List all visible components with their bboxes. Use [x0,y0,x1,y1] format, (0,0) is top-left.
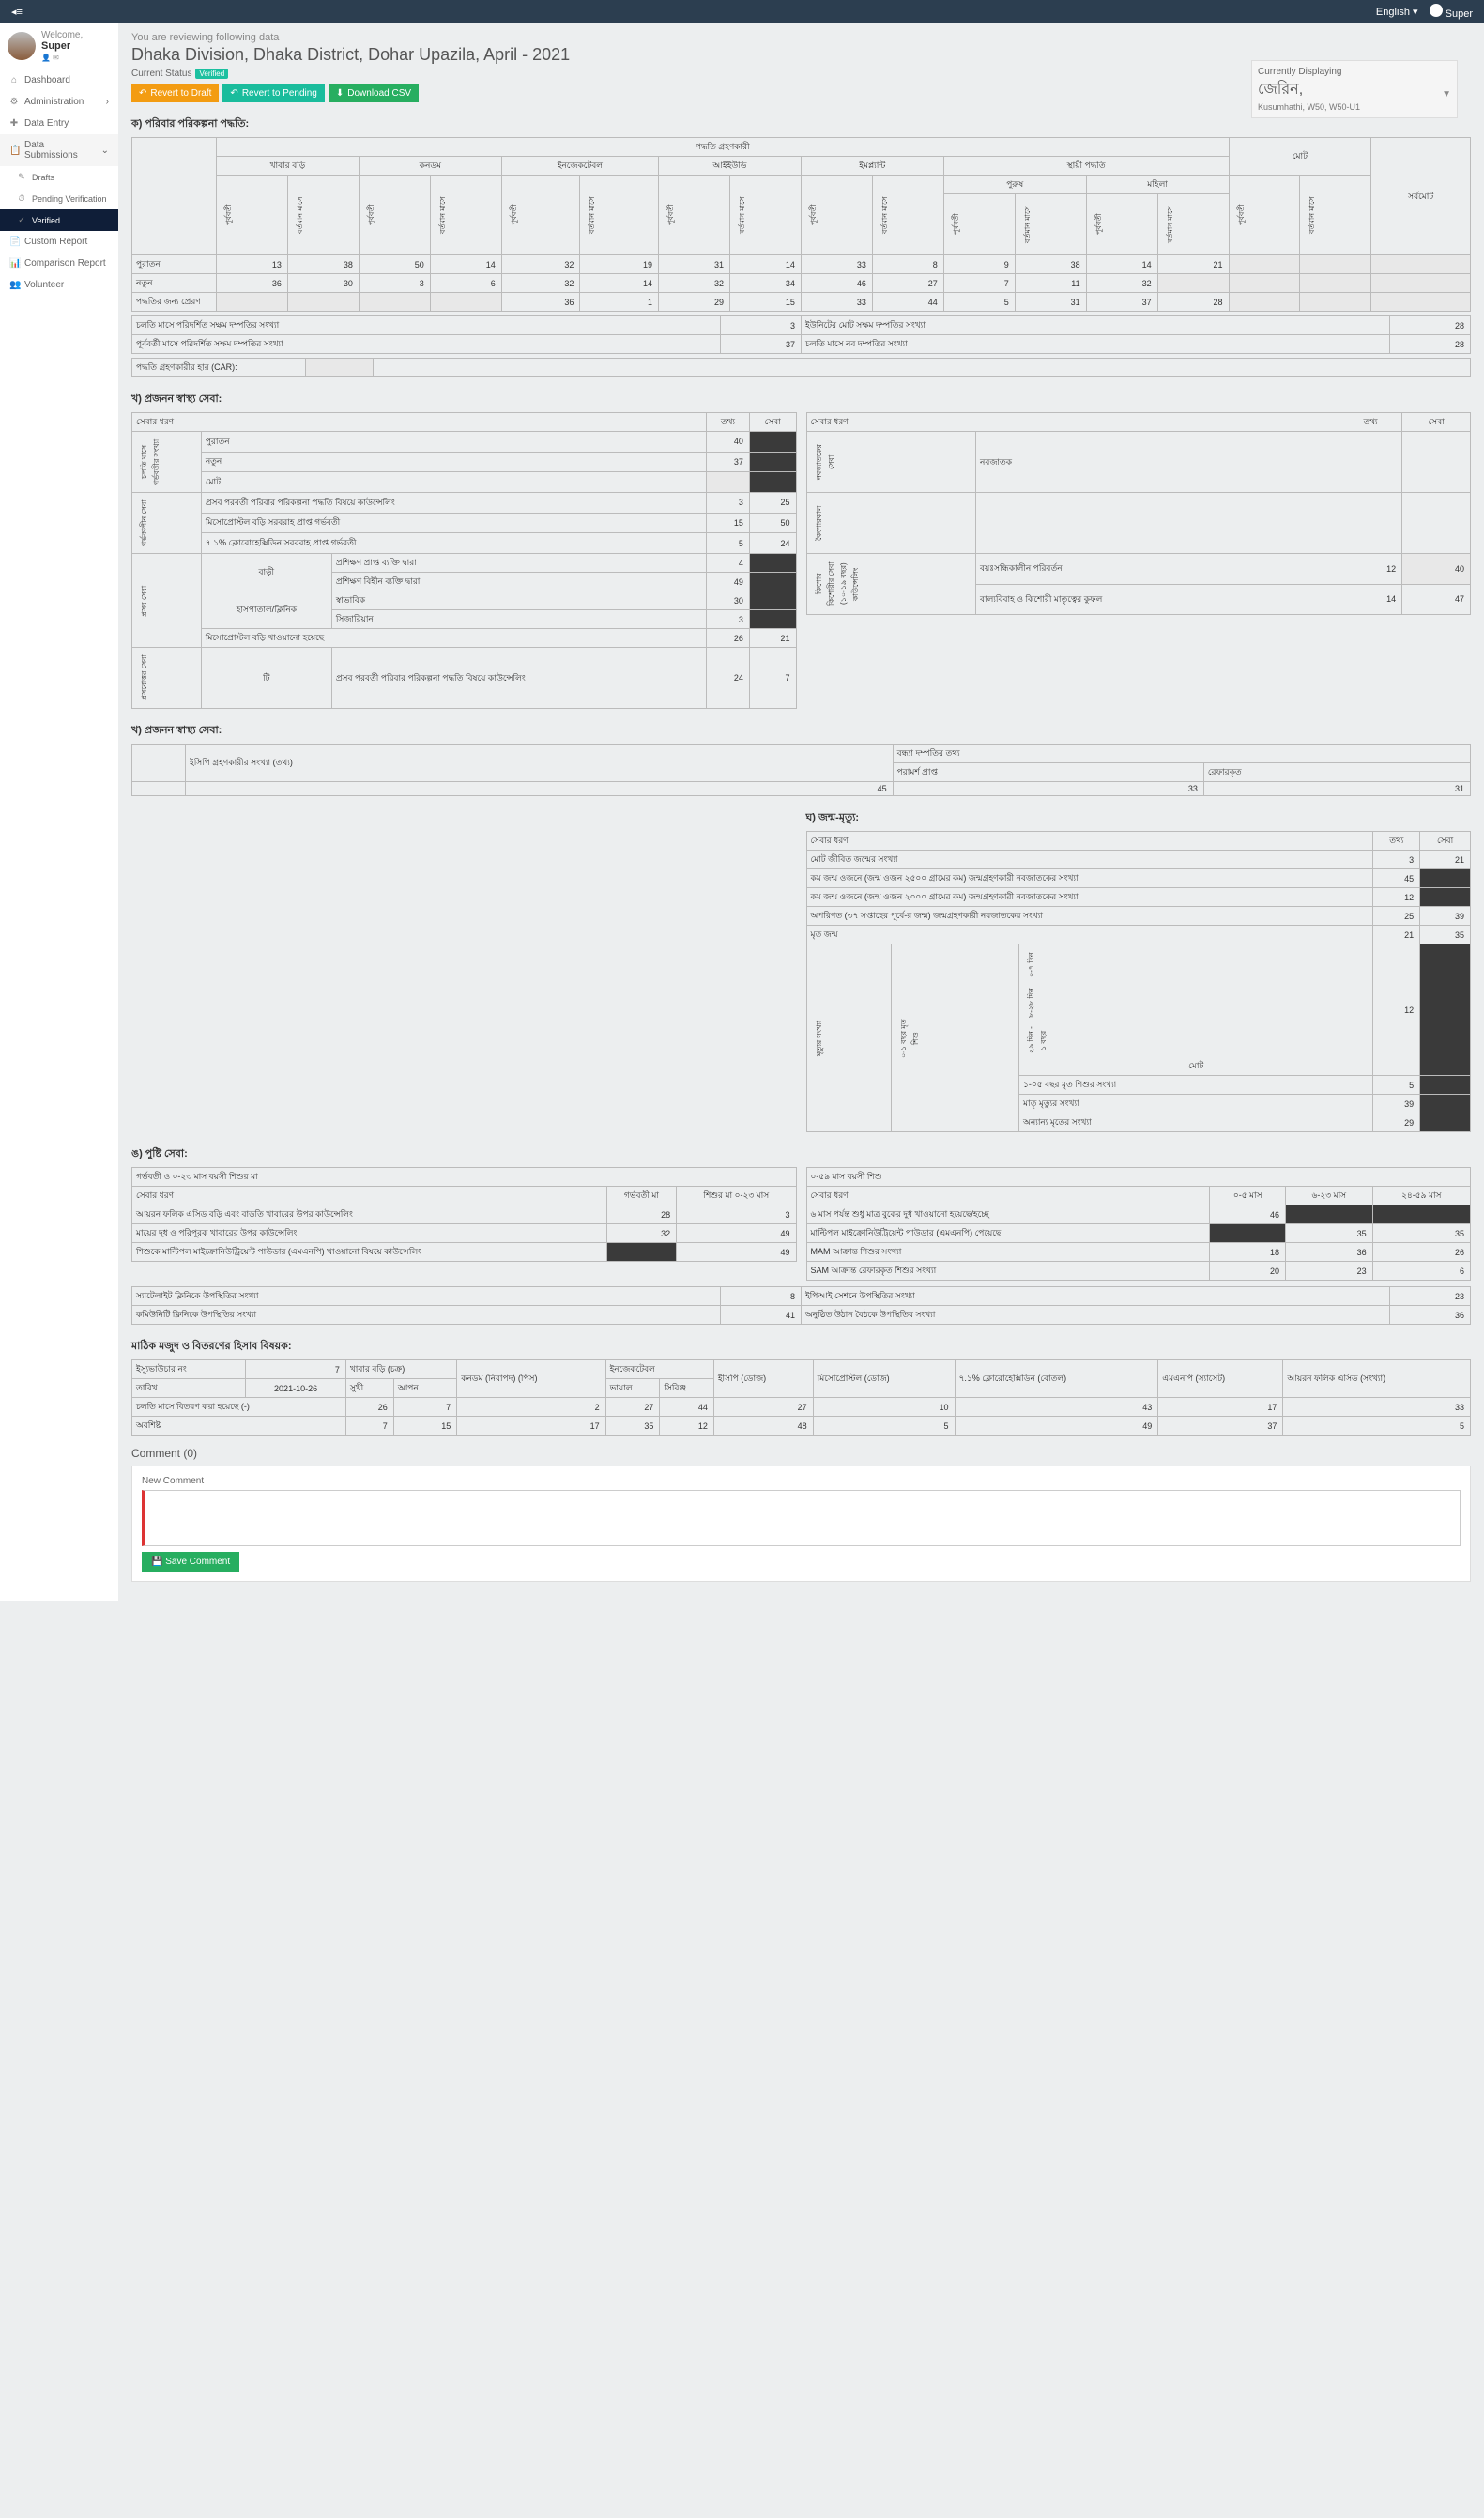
language-dropdown[interactable]: English ▾ [1376,6,1418,18]
section-d-title: ঙ) পুষ্টি সেবা: [131,1145,1471,1163]
comment-section: Comment (0) New Comment 💾 Save Comment [131,1447,1471,1582]
nav-custom[interactable]: 📄Custom Report [0,231,118,253]
section-c-title: ঘ) জন্ম-মৃত্যু: [806,809,1472,827]
comment-header: Comment (0) [131,1447,1471,1460]
cd-loc: Kusumhathi, W50, W50-U1 [1258,102,1360,112]
nav-pending[interactable]: ⏱Pending Verification [0,188,118,209]
main-content: You are reviewing following data Dhaka D… [118,23,1484,1601]
nav-volunteer[interactable]: 👥Volunteer [0,274,118,296]
nav-admin[interactable]: ⚙Administration› [0,91,118,113]
sidebar: Welcome, Super 👤 ✉ ⌂Dashboard ⚙Administr… [0,23,118,1601]
nav-compare[interactable]: 📊Comparison Report [0,253,118,274]
user-name: Super [41,40,83,52]
table-ecp-infertile: ইসিপি গ্রহণকারীর সংখ্যা (তথ্য)বন্ধ্যা দম… [131,744,1471,796]
table-couple-summary: চলতি মাসে পরিদর্শিত সক্ষম দম্পতির সংখ্যা… [131,315,1471,354]
nav-verified[interactable]: ✓Verified [0,209,118,231]
avatar [8,32,36,60]
table-repro-left: সেবার ধরণতথ্যসেবা চলতি মাসে গর্ভবতীর সংখ… [131,412,797,709]
menu-toggle-icon[interactable]: ◂≡ [11,6,23,18]
table-attendance: স্যাটেলাইট ক্লিনিকে উপস্থিতির সংখ্যা8ইপি… [131,1286,1471,1325]
welcome-label: Welcome, [41,30,83,40]
section-e-title: মাঠিক মজুদ ও বিতরণের হিসাব বিষয়ক: [131,1338,1471,1356]
section-b-title: খ) প্রজনন স্বাস্থ্য সেবা: [131,391,1471,408]
nav-drafts[interactable]: ✎Drafts [0,166,118,188]
nav-datasub[interactable]: 📋Data Submissions⌄ [0,134,118,166]
chevron-down-icon[interactable]: ▼ [1442,89,1451,100]
status-label: Current Status [131,69,191,79]
topbar: ◂≡ English ▾ Super [0,0,1484,23]
table-birth-death: সেবার ধরণতথ্যসেবা মোট জীবিত জন্মের সংখ্য… [806,831,1472,1132]
new-comment-label: New Comment [142,1476,1461,1486]
save-comment-button[interactable]: 💾 Save Comment [142,1552,239,1572]
comment-textarea[interactable] [142,1490,1461,1546]
user-menu[interactable]: Super [1430,4,1473,20]
table-repro-right: সেবার ধরণতথ্যসেবা নবজাতকের সেবানবজাতক কৈ… [806,412,1472,615]
nav-dashboard[interactable]: ⌂Dashboard [0,69,118,91]
cd-label: Currently Displaying [1258,67,1451,77]
current-display-card[interactable]: Currently Displaying জেরিন, Kusumhathi, … [1251,60,1458,118]
status-badge: Verified [195,69,228,79]
revert-pending-button[interactable]: ↶ Revert to Pending [222,84,324,102]
table-nutrition-left: গর্ভবতী ও ০-২৩ মাস বয়সী শিশুর মা সেবার … [131,1167,797,1262]
section-b2-title: খ) প্রজনন স্বাস্থ্য সেবা: [131,722,1471,740]
cd-name: জেরিন, [1258,77,1360,102]
review-label: You are reviewing following data [131,32,1471,43]
table-car: পদ্ধতি গ্রহণকারীর হার (CAR): [131,358,1471,377]
table-nutrition-right: ০-৫৯ মাস বয়সী শিশু সেবার ধরণ০-৫ মাস৬-২৩… [806,1167,1472,1281]
user-icons[interactable]: 👤 ✉ [41,54,83,62]
user-box: Welcome, Super 👤 ✉ [0,23,118,69]
nav-dataentry[interactable]: ✚Data Entry [0,113,118,134]
table-stock: ইস্যুভাউচার নং7 খাবার বড়ি (চক্র) কনডম (… [131,1359,1471,1436]
download-csv-button[interactable]: ⬇ Download CSV [329,84,419,102]
table-family-planning: পদ্ধতি গ্রহণকারী মোট সর্বমোট খাবার বড়িক… [131,137,1471,312]
revert-draft-button[interactable]: ↶ Revert to Draft [131,84,219,102]
